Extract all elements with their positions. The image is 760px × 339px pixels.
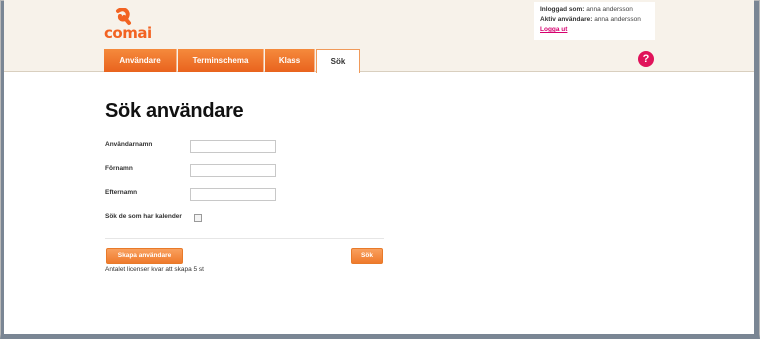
- tab-terminschema[interactable]: Terminschema: [178, 49, 264, 72]
- logged-in-user: anna andersson: [586, 6, 633, 13]
- tab-sok[interactable]: Sök: [316, 49, 360, 73]
- lastname-field[interactable]: [190, 188, 276, 201]
- help-icon[interactable]: ?: [638, 51, 654, 67]
- tab-klass[interactable]: Klass: [265, 49, 315, 72]
- logged-in-label: Inloggad som:: [540, 6, 585, 13]
- username-label: Användarnamn: [105, 141, 153, 148]
- form-divider: [105, 238, 384, 239]
- login-info-box: Inloggad som: anna andersson Aktiv använ…: [534, 2, 655, 40]
- license-info-text: Antalet licenser kvar att skapa 5 st: [105, 266, 204, 273]
- logged-in-row: Inloggad som: anna andersson: [540, 5, 649, 15]
- firstname-label: Förnamn: [105, 165, 133, 172]
- calendar-filter-label: Sök de som har kalender: [105, 213, 182, 220]
- firstname-field[interactable]: [190, 164, 276, 177]
- search-button[interactable]: Sök: [351, 248, 383, 264]
- lastname-label: Efternamn: [105, 189, 138, 196]
- username-field[interactable]: [190, 140, 276, 153]
- logo-text: comai: [104, 24, 152, 42]
- active-user-row: Aktiv användare: anna andersson: [540, 15, 649, 25]
- active-user: anna andersson: [594, 16, 641, 23]
- comai-logo[interactable]: comai: [104, 8, 154, 42]
- calendar-filter-checkbox[interactable]: [194, 214, 202, 222]
- tab-anvandare[interactable]: Användare: [104, 49, 177, 72]
- logout-link[interactable]: Logga ut: [540, 26, 567, 33]
- page-title: Sök användare: [105, 100, 244, 122]
- create-user-button[interactable]: Skapa användare: [106, 248, 183, 264]
- active-user-label: Aktiv användare:: [540, 16, 593, 23]
